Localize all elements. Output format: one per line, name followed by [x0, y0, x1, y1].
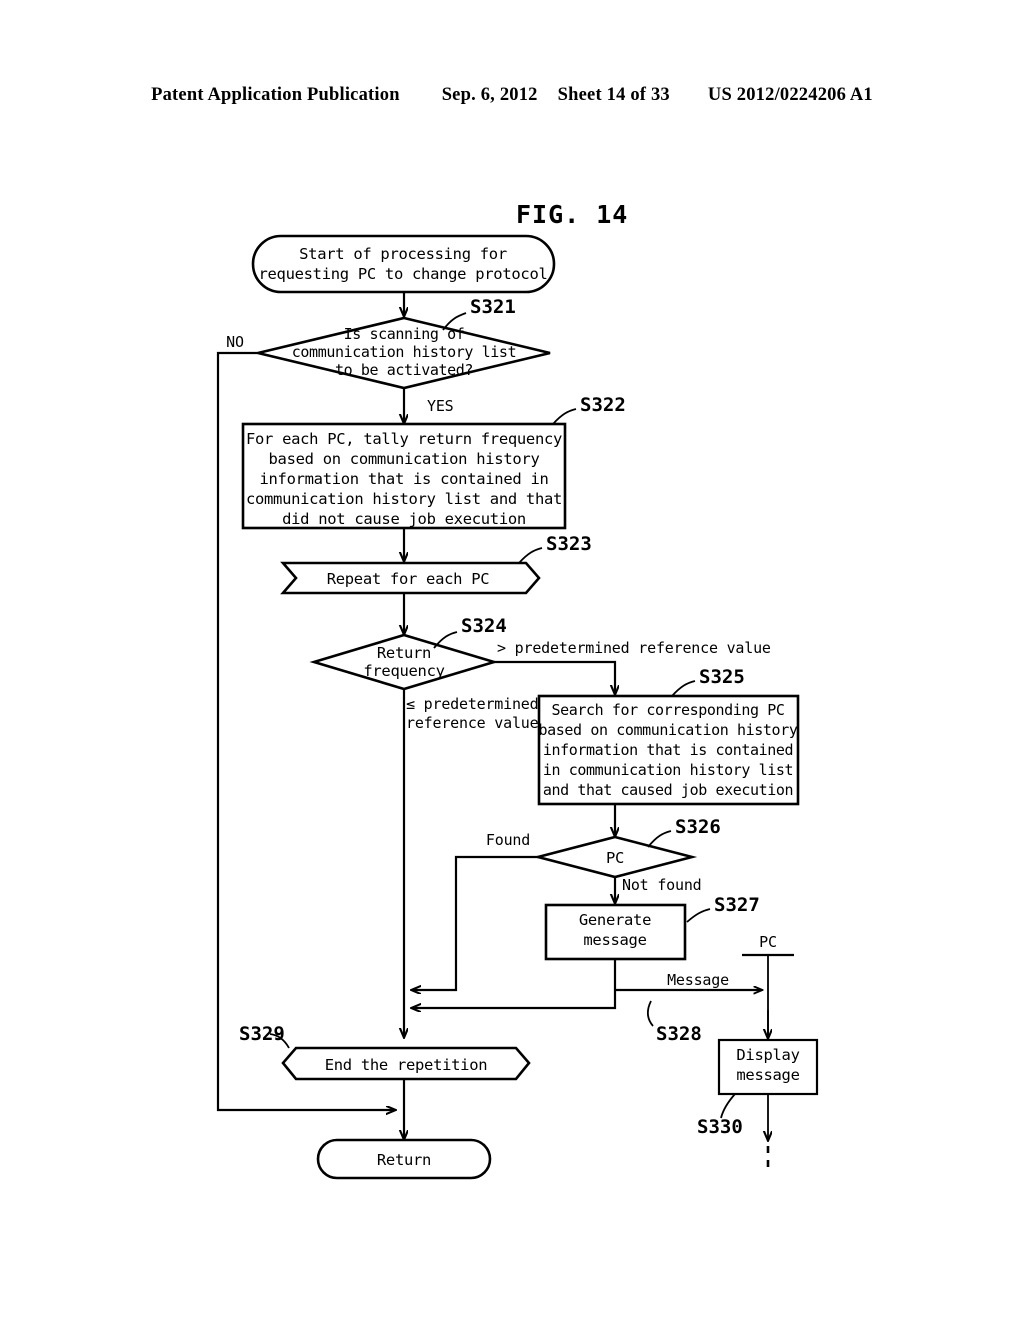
step-label-s324: S324 — [461, 615, 507, 637]
process-s325-line-4: in communication history list — [543, 761, 793, 779]
message-arrow-label: Message — [667, 971, 729, 989]
branch-label-lesser-line-2: reference value — [406, 714, 539, 732]
start-terminator-line-1: Start of processing for — [299, 245, 507, 263]
decision-s321-line-3: to be activated? — [335, 361, 473, 379]
process-s322-line-1: For each PC, tally return frequency — [246, 430, 562, 448]
step-label-s330: S330 — [697, 1116, 743, 1138]
step-label-s321: S321 — [470, 296, 516, 318]
step-label-s326: S326 — [675, 816, 721, 838]
pc-lifeline-label: PC — [759, 933, 777, 951]
step-label-s322: S322 — [580, 394, 626, 416]
branch-label-lesser-line-1: ≤ predetermined — [406, 695, 538, 713]
start-terminator-line-2: requesting PC to change protocol — [258, 265, 547, 283]
decision-s321-line-1: Is scanning of — [344, 325, 465, 343]
process-s325-line-5: and that caused job execution — [543, 781, 793, 799]
decision-s324-line-2: frequency — [363, 662, 444, 680]
figure-title: FIG. 14 — [516, 200, 628, 229]
step-label-s329: S329 — [239, 1023, 285, 1045]
decision-s321-line-2: communication history list — [292, 343, 516, 361]
decision-s324-line-1: Return — [377, 644, 431, 662]
leader-s327 — [686, 908, 711, 923]
decision-s326-label: PC — [606, 849, 624, 867]
edge-s327-to-trunk — [412, 959, 617, 1008]
leader-s326 — [647, 830, 672, 848]
branch-label-found: Found — [486, 831, 530, 849]
process-s322-line-5: did not cause job execution — [282, 510, 526, 528]
step-label-s325: S325 — [699, 666, 745, 688]
step-label-s323: S323 — [546, 533, 592, 555]
leader-s323 — [518, 547, 543, 564]
loop-end-s329-label: End the repetition — [325, 1056, 488, 1074]
process-s325-line-2: based on communication history — [539, 721, 798, 739]
branch-label-not-found: Not found — [622, 876, 701, 894]
loop-start-s323-label: Repeat for each PC — [327, 570, 490, 588]
edge-s326-found-to-trunk — [412, 855, 538, 990]
leader-s330 — [720, 1093, 736, 1119]
process-s325-line-1: Search for corresponding PC — [551, 701, 784, 719]
process-s325-line-3: information that is contained — [543, 741, 793, 759]
figure-14-flowchart: FIG. 14 Start of processing for requesti… — [0, 0, 1024, 1320]
branch-label-yes: YES — [427, 397, 454, 415]
process-s330-line-1: Display — [736, 1046, 799, 1064]
process-s330-line-2: message — [736, 1066, 799, 1084]
return-terminator-label: Return — [377, 1151, 431, 1169]
process-s322-line-3: information that is contained in — [259, 470, 548, 488]
leader-s328 — [646, 1000, 654, 1027]
process-s322-line-4: communication history list and that — [246, 490, 562, 508]
step-label-s327: S327 — [714, 894, 760, 916]
leader-s322 — [552, 408, 577, 425]
edge-s324-greater-to-s325 — [494, 660, 615, 694]
process-s327-line-2: message — [583, 931, 646, 949]
branch-label-no: NO — [226, 333, 244, 351]
process-s322-line-2: based on communication history — [269, 450, 540, 468]
leader-s325 — [671, 680, 696, 697]
process-s327-line-1: Generate — [579, 911, 651, 929]
step-label-s328: S328 — [656, 1023, 702, 1045]
branch-label-greater: > predetermined reference value — [497, 639, 771, 657]
patent-page: Patent Application Publication Sep. 6, 2… — [0, 0, 1024, 1320]
